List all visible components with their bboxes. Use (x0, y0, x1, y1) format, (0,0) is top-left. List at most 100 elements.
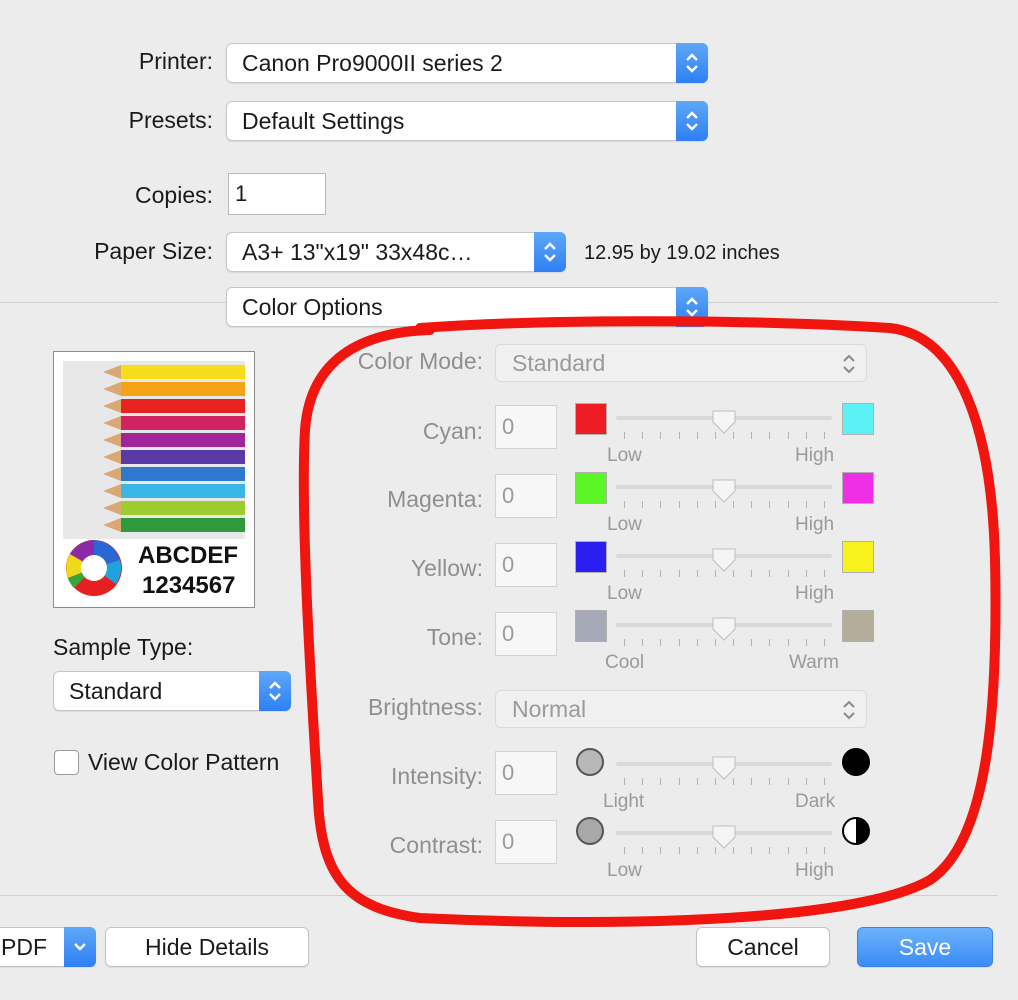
magenta-field: 0 (495, 474, 557, 518)
tone-label: Tone: (426, 624, 483, 650)
bottom-separator (0, 895, 998, 896)
preview-text-2: 1234567 (142, 572, 236, 599)
yellow-low-label: Low (607, 583, 642, 604)
stepper-icon (676, 287, 708, 327)
slider-tick (769, 501, 771, 508)
presets-label: Presets: (128, 107, 213, 133)
printer-popup[interactable]: Canon Pro9000II series 2 (226, 43, 708, 83)
slider-tick (824, 570, 825, 577)
presets-popup[interactable]: Default Settings (226, 101, 708, 141)
chevron-updown-icon (843, 700, 855, 720)
slider-tick (642, 501, 644, 508)
magenta-slider-thumb (712, 479, 736, 503)
slider-tick (824, 639, 825, 646)
hide-details-button[interactable]: Hide Details (105, 927, 309, 967)
printer-value: Canon Pro9000II series 2 (242, 50, 503, 76)
contrast-high-label: High (795, 860, 835, 881)
slider-tick (696, 847, 698, 854)
printer-label: Printer: (138, 48, 213, 74)
sample-type-label: Sample Type: (53, 634, 194, 660)
magenta-low-swatch (575, 472, 607, 504)
contrast-field: 0 (495, 820, 557, 864)
color-mode-label: Color Mode: (357, 348, 483, 374)
tone-slider-thumb (712, 617, 736, 641)
yellow-slider-thumb (712, 548, 736, 572)
slider-tick (660, 432, 662, 439)
color-mode-value: Standard (512, 350, 606, 376)
brightness-label: Brightness: (367, 694, 483, 720)
slider-tick (696, 778, 698, 785)
view-color-pattern-label: View Color Pattern (88, 749, 280, 775)
yellow-field: 0 (495, 543, 557, 587)
slider-tick (696, 501, 698, 508)
cyan-slider-thumb (712, 410, 736, 434)
view-color-pattern-checkbox[interactable] (54, 750, 79, 775)
paper-size-value: A3+ 13"x19" 33x48c… (242, 239, 473, 265)
section-popup-value: Color Options (242, 294, 383, 320)
color-wheel-icon (66, 540, 122, 596)
slider-tick (660, 639, 662, 646)
sample-preview: ABCDEF 1234567 (53, 351, 255, 608)
tone-high-label: Warm (789, 652, 839, 673)
slider-tick (751, 570, 753, 577)
colored-pencils-image (63, 361, 245, 539)
presets-value: Default Settings (242, 108, 405, 134)
slider-tick (769, 778, 771, 785)
slider-tick (678, 570, 680, 577)
intensity-label: Intensity: (390, 763, 483, 789)
cyan-low-swatch (575, 403, 607, 435)
cyan-high-swatch (842, 403, 874, 435)
slider-tick (624, 778, 625, 785)
slider-tick (824, 778, 825, 785)
slider-tick (660, 778, 662, 785)
sample-type-popup[interactable]: Standard (53, 671, 291, 711)
slider-tick (642, 778, 644, 785)
pdf-button[interactable]: PDF (0, 927, 96, 967)
high-contrast-icon (842, 817, 870, 845)
contrast-low-label: Low (607, 860, 642, 881)
cancel-button[interactable]: Cancel (696, 927, 830, 967)
slider-tick (696, 639, 698, 646)
slider-tick (769, 847, 771, 854)
yellow-high-label: High (795, 583, 835, 604)
slider-tick (751, 778, 753, 785)
stepper-icon (676, 43, 708, 83)
intensity-high-label: Dark (795, 791, 836, 812)
sample-type-value: Standard (69, 678, 163, 704)
slider-tick (787, 639, 789, 646)
pdf-button-label: PDF (1, 934, 47, 960)
slider-tick (642, 639, 644, 646)
dark-circle-icon (842, 748, 870, 776)
stepper-icon (676, 101, 708, 141)
slider-tick (787, 778, 789, 785)
slider-tick (769, 432, 771, 439)
contrast-label: Contrast: (389, 832, 483, 858)
light-circle-icon (576, 748, 604, 776)
slider-tick (751, 432, 753, 439)
magenta-label: Magenta: (387, 486, 483, 512)
section-popup[interactable]: Color Options (226, 287, 708, 327)
slider-tick (769, 639, 771, 646)
paper-size-popup[interactable]: A3+ 13"x19" 33x48c… (226, 232, 566, 272)
stepper-icon (534, 232, 566, 272)
cyan-high-label: High (795, 445, 835, 466)
slider-tick (624, 432, 625, 439)
tone-field: 0 (495, 612, 557, 656)
slider-tick (751, 639, 753, 646)
yellow-low-swatch (575, 541, 607, 573)
slider-tick (624, 501, 625, 508)
slider-tick (787, 847, 789, 854)
slider-tick (805, 432, 807, 439)
magenta-low-label: Low (607, 514, 642, 535)
low-contrast-icon (576, 817, 604, 845)
slider-tick (678, 501, 680, 508)
save-button[interactable]: Save (857, 927, 993, 967)
copies-field[interactable]: 1 (228, 173, 326, 215)
slider-tick (805, 570, 807, 577)
preview-text-1: ABCDEF (138, 542, 238, 569)
slider-tick (824, 432, 825, 439)
slider-tick (805, 847, 807, 854)
tone-low-label: Cool (605, 652, 645, 673)
slider-tick (805, 501, 807, 508)
copies-label: Copies: (135, 182, 213, 208)
